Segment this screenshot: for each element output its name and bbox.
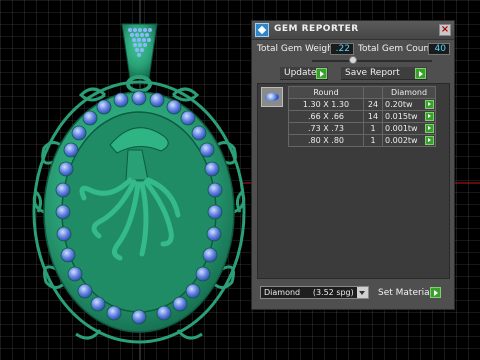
gem-count: 14 (363, 110, 383, 123)
set-material-arrow-icon[interactable] (430, 287, 441, 298)
save-report-button[interactable]: Save Report (341, 67, 427, 80)
save-report-arrow-icon[interactable] (415, 68, 426, 79)
update-arrow-icon[interactable] (316, 68, 327, 79)
total-gem-weight-value: .22 (330, 43, 354, 55)
update-button-label: Update (284, 68, 317, 78)
column-header-shape: Round (288, 86, 364, 99)
material-select[interactable]: Diamond (3.52 spg) (260, 286, 369, 299)
gem-reporter-logo-icon (255, 23, 269, 37)
chevron-down-icon[interactable] (357, 287, 368, 298)
slider-handle[interactable] (349, 56, 357, 64)
round-gem-icon (261, 87, 283, 107)
panel-titlebar[interactable]: GEM REPORTER × (252, 21, 454, 40)
set-material-label[interactable]: Set Material (378, 288, 432, 298)
gem-size: 1.30 X 1.30 (288, 98, 364, 111)
gem-count: 24 (363, 98, 383, 111)
gem-size: .73 X .73 (288, 122, 364, 135)
update-button[interactable]: Update (280, 67, 328, 80)
save-report-button-label: Save Report (345, 68, 400, 78)
row-arrow-icon[interactable] (425, 100, 434, 109)
total-gem-count-value: 40 (428, 43, 450, 55)
close-icon[interactable]: × (439, 24, 451, 36)
gem-count: 1 (363, 122, 383, 135)
gem-size: .66 X .66 (288, 110, 364, 123)
row-arrow-icon[interactable] (425, 136, 434, 145)
material-select-value: Diamond (3.52 spg) (264, 288, 354, 297)
gem-weight: 0.001tw (385, 124, 418, 133)
total-gem-weight-label: Total Gem Weight (257, 44, 337, 54)
column-header-material: Diamond (382, 86, 436, 99)
row-arrow-icon[interactable] (425, 124, 434, 133)
gem-reporter-panel: GEM REPORTER × Total Gem Weight .22 Tota… (251, 20, 455, 310)
gem-weight: 0.015tw (385, 112, 418, 121)
gem-count: 1 (363, 134, 383, 147)
gem-weight: 0.20tw (385, 100, 413, 109)
gem-weight-cell: 0.015tw (382, 110, 436, 123)
column-header-count (363, 86, 383, 99)
table-row[interactable]: 1.30 X 1.30 24 0.20tw (288, 98, 436, 111)
table-row[interactable]: .66 X .66 14 0.015tw (288, 110, 436, 123)
row-arrow-icon[interactable] (425, 112, 434, 121)
panel-title: GEM REPORTER (274, 24, 359, 34)
slider-track[interactable] (312, 60, 432, 62)
gem-table-header: Round Diamond (288, 86, 436, 99)
gem-table: Round Diamond 1.30 X 1.30 24 0.20tw .66 … (288, 86, 436, 147)
gem-weight-cell: 0.002tw (382, 134, 436, 147)
table-row[interactable]: .73 X .73 1 0.001tw (288, 122, 436, 135)
table-row[interactable]: .80 X .80 1 0.002tw (288, 134, 436, 147)
gem-size: .80 X .80 (288, 134, 364, 147)
total-gem-count-label: Total Gem Count (358, 44, 433, 54)
gem-list[interactable]: Round Diamond 1.30 X 1.30 24 0.20tw .66 … (257, 83, 450, 279)
gem-weight-cell: 0.001tw (382, 122, 436, 135)
gem-weight: 0.002tw (385, 136, 418, 145)
gem-weight-cell: 0.20tw (382, 98, 436, 111)
